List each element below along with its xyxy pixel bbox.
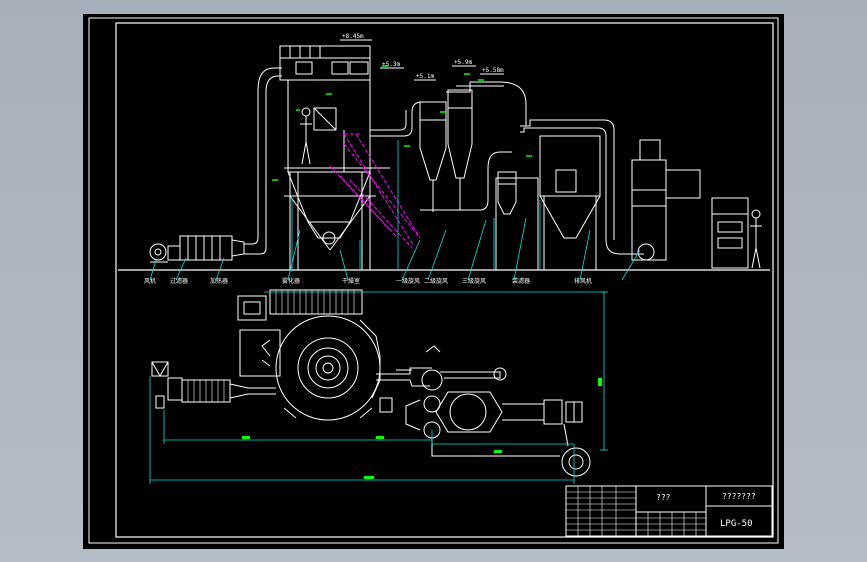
equipment-label: 袋滤器 [512, 277, 530, 285]
drawing-sheet: +8.45m +5.3m +5.9m +5.1m +5.58m 风机 过滤器 加… [83, 14, 784, 549]
equipment-label: 过滤器 [170, 277, 188, 285]
exhaust-fan [637, 243, 655, 261]
plan-chamber [275, 315, 381, 421]
inlet-fan [149, 243, 167, 261]
operator-figure [751, 209, 761, 219]
plan-dimensions [149, 291, 608, 484]
elevation-view [149, 45, 762, 271]
air-distributor [279, 45, 371, 81]
plan-view [151, 289, 591, 477]
control-cabinet [711, 197, 749, 269]
bag-filter [539, 135, 601, 197]
elevation-label: +5.1m [416, 73, 434, 80]
cyclone-2 [447, 89, 473, 109]
title-block-drawing-no: LPG-50 [720, 519, 753, 529]
equipment-label: 三级旋风 [462, 277, 486, 285]
leader-lines [149, 140, 641, 281]
equipment-label: 风机 [144, 277, 156, 285]
plan-exhaust-fan [561, 447, 591, 477]
title-block-company: ??????? [722, 492, 756, 501]
elevation-label: +5.9m [454, 59, 472, 66]
equipment-label: 加热器 [210, 277, 228, 285]
elevation-label: +5.3m [382, 61, 400, 68]
plan-dimension-marks [242, 378, 602, 479]
green-markers [272, 65, 532, 181]
elevation-label: +8.45m [342, 33, 364, 40]
equipment-label: 二级旋风 [424, 277, 448, 285]
cad-viewport[interactable]: +8.45m +5.3m +5.9m +5.1m +5.58m 风机 过滤器 加… [0, 0, 867, 562]
plan-fan [151, 361, 169, 377]
spray-dryer-drawing: +8.45m +5.3m +5.9m +5.1m +5.58m 风机 过滤器 加… [88, 17, 779, 544]
elevation-label: +5.58m [482, 67, 504, 74]
plan-bag-filter [435, 391, 503, 433]
cyclone-1 [419, 101, 447, 121]
plan-cyclone-1 [421, 369, 443, 391]
equipment-label: 排风机 [574, 277, 592, 285]
equipment-label: 干燥室 [342, 277, 360, 285]
equipment-label: 一级旋风 [396, 277, 420, 285]
title-block-name: ??? [656, 493, 671, 502]
equipment-label: 雾化器 [282, 277, 300, 285]
